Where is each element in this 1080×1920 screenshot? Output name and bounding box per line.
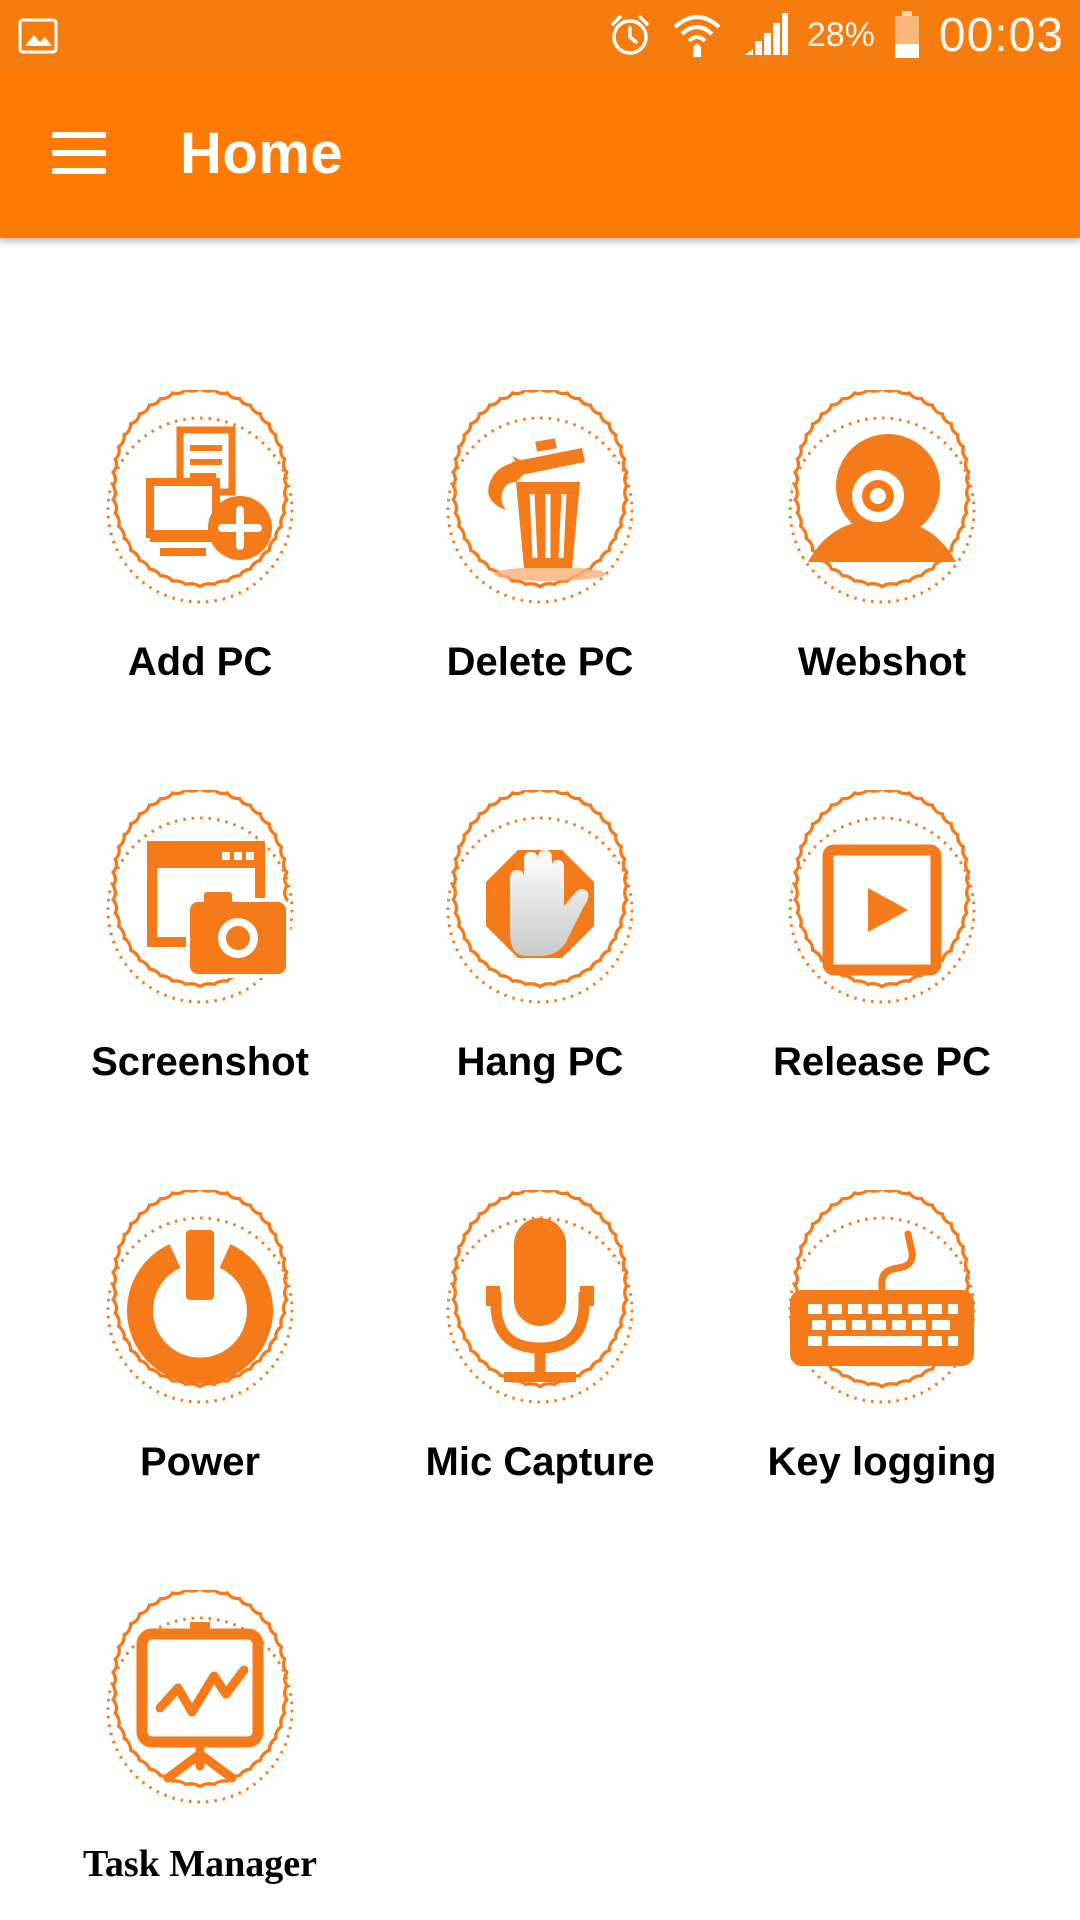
mic-capture-label: Mic Capture — [425, 1440, 655, 1484]
release-pc-button[interactable]: Release PC — [712, 790, 1052, 1110]
play-icon — [788, 790, 976, 1004]
delete-pc-label: Delete PC — [446, 640, 634, 684]
hamburger-menu-icon[interactable] — [48, 128, 110, 180]
release-pc-label: Release PC — [773, 1040, 991, 1084]
mic-capture-button[interactable]: Mic Capture — [370, 1190, 710, 1510]
add-pc-icon — [106, 390, 294, 604]
battery-icon — [894, 11, 919, 58]
screenshot-label: Screenshot — [91, 1040, 309, 1084]
hang-pc-label: Hang PC — [456, 1040, 624, 1084]
gallery-icon — [18, 16, 58, 56]
hang-pc-button[interactable]: Hang PC — [370, 790, 710, 1110]
presentation-chart-icon — [106, 1590, 294, 1804]
key-logging-button[interactable]: Key logging — [712, 1190, 1052, 1510]
power-label: Power — [139, 1440, 261, 1484]
trash-icon — [446, 390, 634, 604]
page-title: Home — [180, 121, 344, 186]
stop-hand-icon — [446, 790, 634, 1004]
task-manager-label: Task Manager — [82, 1843, 317, 1885]
keyboard-icon — [788, 1190, 976, 1404]
status-bar: 28% 00:03 — [0, 0, 1080, 70]
status-clock: 00:03 — [938, 8, 1064, 62]
microphone-icon — [446, 1190, 634, 1404]
alarm-icon — [611, 15, 649, 55]
status-icons: 28% 00:03 — [607, 0, 1064, 70]
add-pc-button[interactable]: Add PC — [30, 390, 370, 710]
task-manager-button[interactable]: Task Manager — [30, 1590, 370, 1910]
delete-pc-button[interactable]: Delete PC — [370, 390, 710, 710]
signal-icon — [744, 13, 788, 55]
add-pc-label: Add PC — [127, 640, 273, 684]
battery-percent: 28% — [806, 15, 875, 54]
power-icon — [106, 1190, 294, 1404]
webshot-button[interactable]: Webshot — [712, 390, 1052, 710]
screenshot-button[interactable]: Screenshot — [30, 790, 370, 1110]
wifi-icon — [673, 15, 721, 57]
app-bar: Home — [0, 70, 1080, 238]
webcam-icon — [788, 390, 976, 604]
screenshot-camera-icon — [106, 790, 294, 1004]
key-logging-label: Key logging — [767, 1440, 997, 1484]
webshot-label: Webshot — [797, 640, 967, 684]
power-button[interactable]: Power — [30, 1190, 370, 1510]
